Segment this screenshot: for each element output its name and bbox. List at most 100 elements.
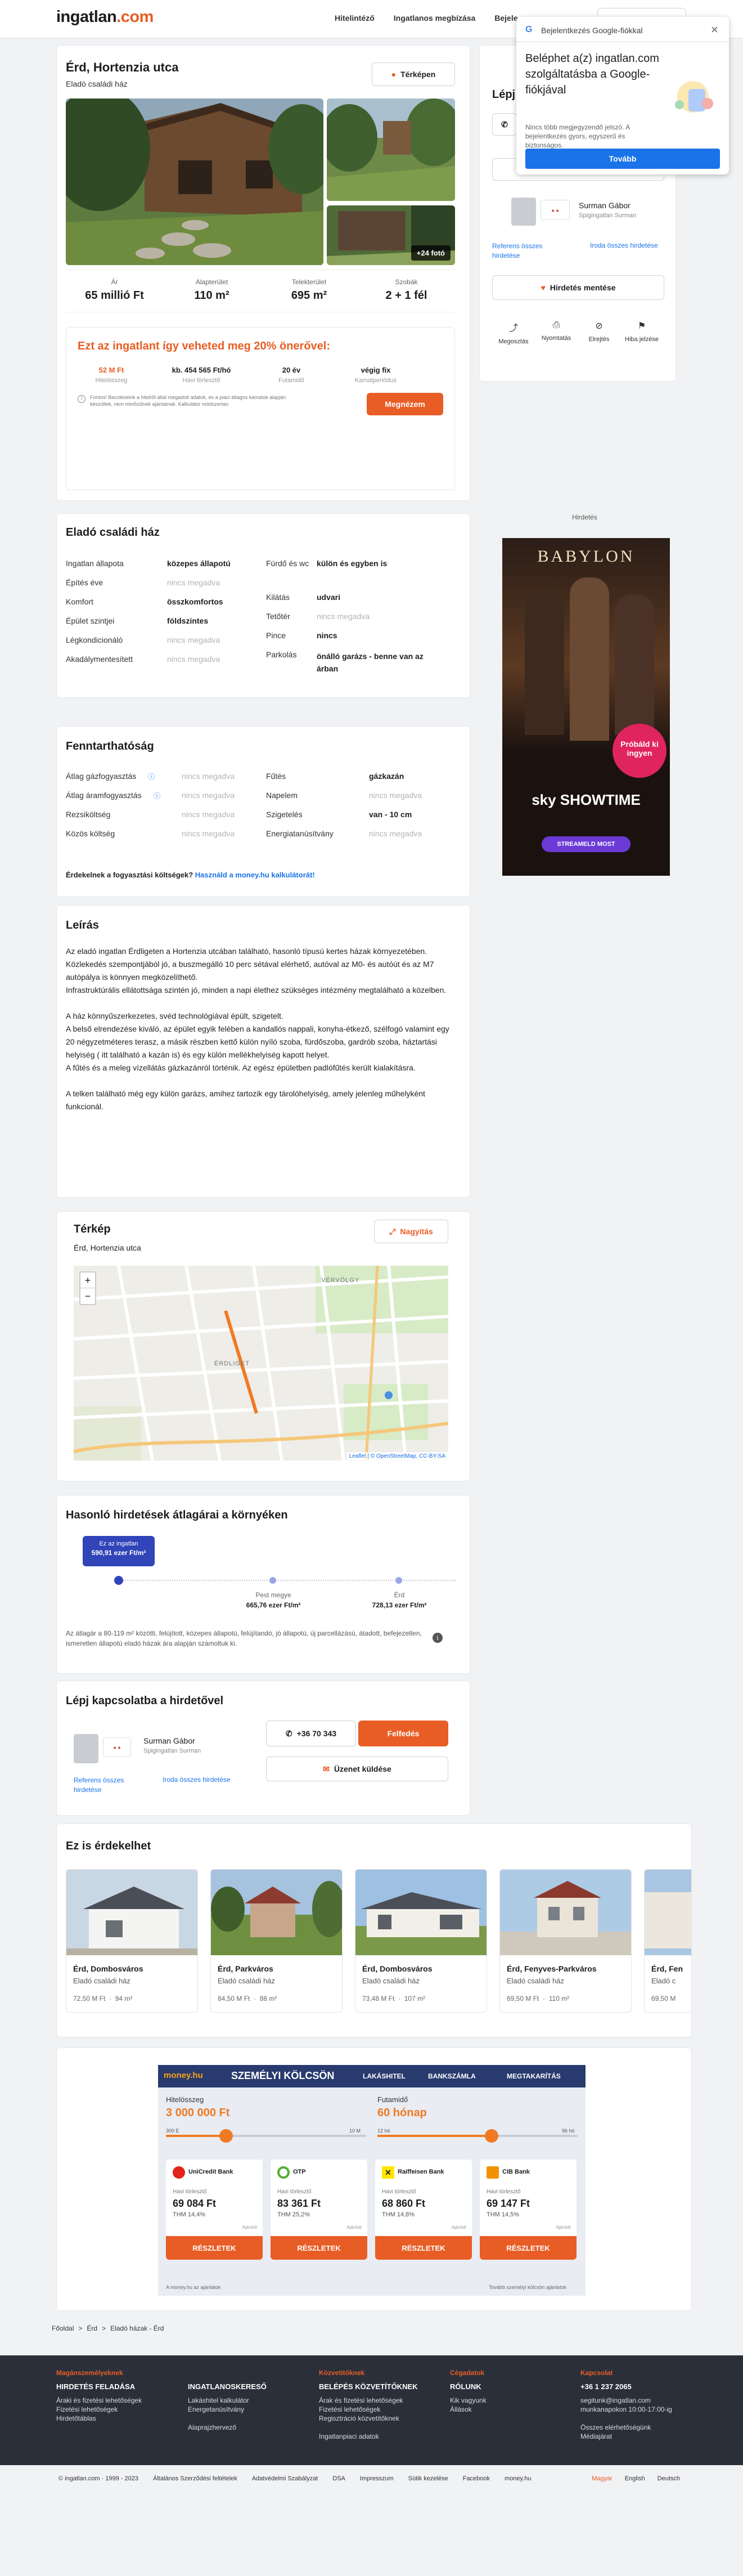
loan-box: Ezt az ingatlant így veheted meg 20% öne… [66,327,455,490]
detail-value: önálló garázs - benne van az árban [317,652,424,673]
site-logo[interactable]: ingatlan.com [56,8,154,26]
zoom-out-icon[interactable]: − [80,1288,95,1304]
similar-listing-card[interactable]: Érd, Dombosváros Eladó családi ház 72,50… [66,1869,198,2013]
detail-value: nincs megadva [167,578,220,587]
detail-value: összkomfortos [167,597,223,606]
price-marker-city [395,1577,402,1584]
map-attribution[interactable]: Leaflet | © OpenStreetMap, CC-BY-SA [346,1452,448,1461]
bank-details-button[interactable]: RÉSZLETEK [271,2236,367,2260]
loan-period-label: Kamatperiódus [355,377,397,384]
money-footer-link[interactable]: Tovább személyi kölcsön ajánlatok [489,2284,566,2290]
share-icon: ⤴ [508,324,518,333]
money-amount-slider[interactable] [166,2129,366,2143]
footer-phone[interactable]: +36 1 237 2065 [580,2382,632,2391]
county-label: Pest megye [255,1591,291,1599]
bank-thm: THM 14,5% [487,2211,520,2218]
send-message-button[interactable]: ✉ Üzenet küldése [266,1757,448,1781]
footer-col-heading[interactable]: RÓLUNK [450,2382,481,2391]
phone-reveal-button[interactable]: Felfedés [358,1721,448,1746]
bank-details-button[interactable]: RÉSZLETEK [480,2236,577,2260]
main-photo[interactable] [66,98,323,265]
action-print[interactable]: ⎙ Nyomtatás [535,320,578,342]
detail-label: Komfort [66,597,94,606]
ad-banner[interactable]: BABYLON Próbáld ki ingyen sky SHOWTIME S… [502,538,670,876]
nav-ingatlanos[interactable]: Ingatlanos megbízása [394,14,475,23]
contact-office-link[interactable]: Iroda összes hirdetése [163,1776,231,1784]
loan-monthly-label: Havi törlesztő [182,377,220,384]
popup-continue-button[interactable]: Tovább [525,149,720,169]
contact-referent-link[interactable]: Referens összes hirdetése [74,1776,141,1795]
money-tab-savings[interactable]: MEGTAKARÍTÁS [507,2072,561,2080]
bank-thm: THM 25,2% [277,2211,310,2218]
photo-thumb-2[interactable]: +24 fotó [327,205,455,265]
photo-thumb-1[interactable] [327,98,455,201]
money-term-slider[interactable] [377,2129,578,2143]
similar-listing-card[interactable]: Érd, Parkváros Eladó családi ház 84,50 M… [210,1869,343,2013]
bank-details-button[interactable]: RÉSZLETEK [166,2236,263,2260]
map-heading: Térkép [74,1223,111,1235]
zoom-in-icon[interactable]: + [80,1273,95,1288]
action-hide[interactable]: ⊘ Elrejtés [578,320,620,343]
ad-stream-button[interactable]: STREAMELD MOST [542,836,631,852]
phone-icon: ✆ [285,1728,292,1738]
similar-listing-card[interactable]: Érd, Dombosváros Eladó családi ház 73,48… [355,1869,487,2013]
flag-icon: ⚑ [637,321,646,331]
bank-thm: THM 14,4% [173,2211,206,2218]
map-zoom-button[interactable]: ⤢ Nagyítás [374,1220,448,1243]
loan-details-button[interactable]: Megnézem [367,393,443,415]
action-report[interactable]: ⚑ Hiba jelzése [620,320,663,343]
loan-heading: Ezt az ingatlant így veheted meg 20% öne… [78,340,331,352]
sustain-value: nincs megadva [182,810,235,819]
agent-office-link[interactable]: Iroda összes hirdetése [590,241,658,249]
slider-handle[interactable] [219,2129,233,2143]
money-tab-account[interactable]: BANKSZÁMLA [428,2072,476,2080]
map-button[interactable]: ● Térképen [372,62,455,86]
money-footer-left: A money.hu az ajánlatok [166,2284,221,2290]
nav-bejelentkezes[interactable]: Bejele [494,14,517,23]
agent-phone-button[interactable]: ✆ [492,113,517,136]
lang-hu[interactable]: Magyar [592,2475,613,2482]
money-tab-mortgage[interactable]: LAKÁSHITEL [363,2072,406,2080]
breadcrumb-city[interactable]: Érd [87,2324,97,2332]
lang-en[interactable]: English [625,2475,645,2482]
price-marker-this [114,1576,123,1585]
action-share[interactable]: ⤴ Megosztás [492,320,535,345]
nav-hitelintezo[interactable]: Hitelintéző [335,14,375,23]
map-zoom-control[interactable]: + − [79,1271,96,1305]
map-label: VÉRVÖLGY [321,1277,360,1284]
description-text: Az eladó ingatlan Érdligeten a Hortenzia… [66,945,460,1113]
contact-phone-box[interactable]: ✆ +36 70 343 [266,1721,356,1746]
slider-handle[interactable] [484,2129,498,2143]
similar-listing-card[interactable]: Érd, Fenyves-Parkváros Eladó családi ház… [499,1869,632,2013]
bank-name: OTP [293,2169,306,2175]
bank-details-button[interactable]: RÉSZLETEK [375,2236,472,2260]
detail-label: Épület szintjei [66,616,115,625]
money-widget-card: money.hu SZEMÉLYI KÖLCSÖN LAKÁSHITEL BAN… [56,2048,692,2311]
similar-listing-card[interactable]: Érd, Fen Eladó c 69,50 M [644,1869,691,2013]
phone-icon: ✆ [501,119,508,129]
ad-cta-badge[interactable]: Próbáld ki ingyen [613,724,667,778]
agent-company: Spigingatlan Surman [579,212,637,219]
info-icon[interactable]: i [433,1633,443,1643]
ad-brand: sky SHOWTIME [532,791,641,808]
save-listing-button[interactable]: ♥ Hirdetés mentése [492,275,664,300]
similar-type: Eladó családi ház [507,1977,564,1985]
description-line: Infrastruktúrális ellátottsága szintén j… [66,985,447,994]
footer-col-heading[interactable]: BELÉPÉS KÖZVETÍTŐKNEK [319,2382,418,2391]
photo-count-badge[interactable]: +24 fotó [411,245,451,261]
agent-referent-link[interactable]: Referens összes hirdetése [492,241,560,261]
contact-name: Surman Gábor [143,1736,195,1745]
sustain-label: Napelem [266,791,298,800]
location-pin-icon: ● [391,70,397,79]
hide-icon: ⊘ [595,321,603,331]
map-view[interactable]: + − ÉRDLIGET VÉRVÖLGY Leaflet | © OpenSt… [74,1266,448,1461]
lang-de[interactable]: Deutsch [658,2475,680,2482]
sustain-calculator-link[interactable]: Használd a money.hu kalkulátorát! [195,871,315,879]
footer-col-heading[interactable]: INGATLANOSKERESŐ [188,2382,267,2391]
footer-col-heading[interactable]: HIRDETÉS FELADÁSA [56,2382,135,2391]
google-icon: G [525,25,533,34]
breadcrumb-home[interactable]: Főoldal [52,2324,74,2332]
popup-close-icon[interactable]: × [711,23,718,37]
similar-type: Eladó c [651,1977,676,1985]
similar-type: Eladó családi ház [73,1977,130,1985]
